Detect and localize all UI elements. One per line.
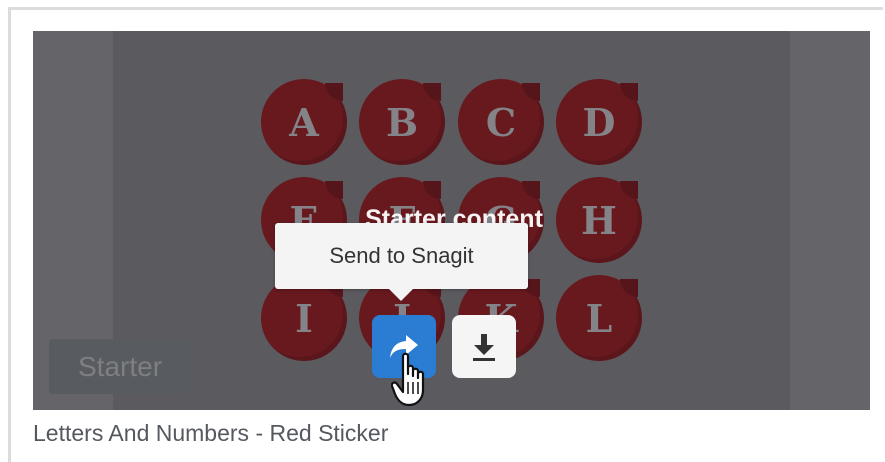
- asset-title[interactable]: Letters And Numbers - Red Sticker: [33, 420, 388, 447]
- download-icon: [473, 333, 495, 361]
- download-button[interactable]: [452, 315, 516, 378]
- starter-badge: Starter: [49, 339, 191, 394]
- send-to-snagit-tooltip: Send to Snagit: [275, 223, 528, 289]
- hand-cursor-icon: [391, 352, 425, 407]
- tooltip-arrow: [389, 289, 413, 301]
